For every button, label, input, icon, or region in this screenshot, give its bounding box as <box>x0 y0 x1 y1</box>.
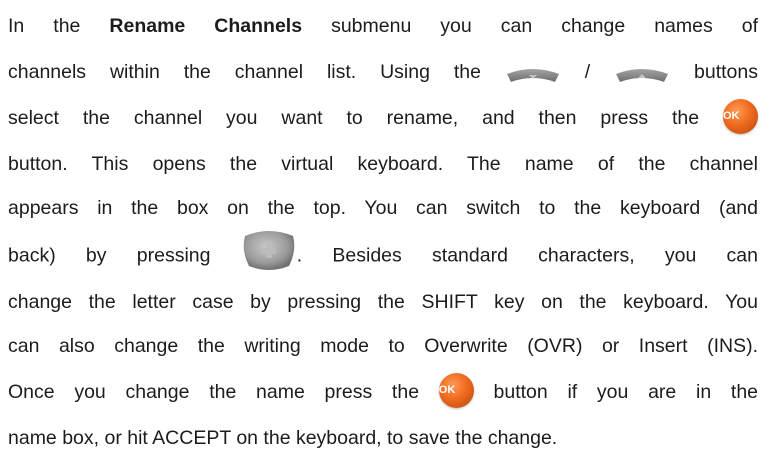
rename-channels-term: Rename Channels <box>109 15 303 37</box>
up-arrow-button-icon <box>614 63 670 82</box>
line-8-text: can also change the writing mode to Over… <box>8 335 758 357</box>
text-line-10: name box, or hit ACCEPT on the keyboard,… <box>8 423 758 453</box>
line-2-start: channels within the channel list. Using … <box>8 61 481 83</box>
text-line-4: button. This opens the virtual keyboard.… <box>8 149 758 179</box>
text-line-6: back) by pressing . Besides standard cha… <box>8 231 758 270</box>
text-line-8: can also change the writing mode to Over… <box>8 331 758 361</box>
text-line-9: Once you change the name press the OK bu… <box>8 373 759 409</box>
text-line-7: change the letter case by pressing the S… <box>8 287 758 317</box>
line-3-text: select the channel you want to rename, a… <box>8 107 700 129</box>
plus-button-icon <box>241 228 297 273</box>
line-10-text: name box, or hit ACCEPT on the keyboard,… <box>8 427 558 449</box>
line-7-text: change the letter case by pressing the S… <box>8 291 758 313</box>
text-line-2: channels within the channel list. Using … <box>8 57 758 87</box>
line-2-end: buttons <box>694 61 758 83</box>
line-6-end: . Besides standard characters, you can <box>296 244 758 267</box>
line-4-text: button. This opens the virtual keyboard.… <box>8 153 758 175</box>
text-line-5: appears in the box on the top. You can s… <box>8 193 758 223</box>
text-line-1: In the Rename Channels submenu you can c… <box>8 11 758 41</box>
line-5-text: appears in the box on the top. You can s… <box>8 197 758 219</box>
ok-button-icon: OK <box>723 99 758 135</box>
line-1-end: submenu you can change names of <box>302 15 758 37</box>
text-line-3: select the channel you want to rename, a… <box>8 99 758 135</box>
line-9-end: button if you are in the <box>493 381 759 403</box>
ok-button-icon: OK <box>438 373 474 409</box>
line-1-start: In the <box>8 15 110 37</box>
line-9-start: Once you change the name press the <box>8 381 420 403</box>
line-6-start: back) by pressing <box>8 244 211 267</box>
slash-separator: / <box>584 61 591 83</box>
down-arrow-button-icon <box>505 63 561 82</box>
